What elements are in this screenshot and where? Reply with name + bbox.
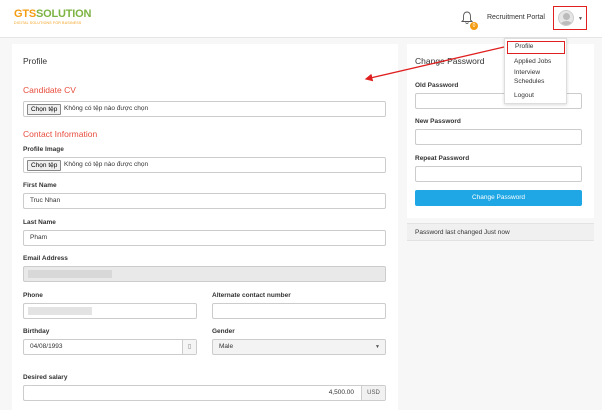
cv-choose-file-button[interactable]: Chọn tệp — [27, 104, 62, 115]
logo-solution: SOLUTION — [36, 8, 92, 20]
avatar — [558, 10, 574, 26]
alt-contact-input[interactable] — [212, 303, 386, 319]
cv-file-input[interactable]: Chọn tệp Không có tệp nào được chọn — [23, 101, 386, 117]
password-status-text: Password last changed Just now — [415, 229, 510, 236]
menu-item-schedules[interactable]: Schedules — [505, 78, 568, 86]
repeat-password-label: Repeat Password — [415, 155, 470, 162]
gender-label: Gender — [212, 328, 235, 335]
phone-input[interactable] — [23, 303, 197, 319]
profile-panel — [12, 44, 398, 410]
menu-item-interview[interactable]: Interview — [505, 69, 568, 77]
redacted-phone — [28, 307, 92, 315]
birthday-label: Birthday — [23, 328, 50, 335]
new-password-input[interactable] — [415, 129, 582, 145]
image-choose-file-button[interactable]: Chọn tệp — [27, 160, 62, 171]
page-title: Profile — [23, 56, 48, 66]
new-password-label: New Password — [415, 118, 461, 125]
first-name-input[interactable]: Truc Nhan — [23, 193, 386, 209]
salary-input[interactable]: 4,500.00 USD — [23, 385, 386, 401]
menu-item-profile[interactable]: Profile — [507, 41, 565, 54]
contact-info-heading: Contact Information — [23, 129, 98, 139]
currency-addon: USD — [361, 386, 385, 400]
calendar-icon[interactable]: ▯ — [182, 340, 196, 354]
alt-contact-label: Alternate contact number — [212, 292, 291, 299]
chevron-down-icon: ▼ — [375, 344, 380, 350]
top-bar: GTSSOLUTION DIGITAL SOLUTIONS FOR BUSINE… — [0, 0, 602, 38]
salary-label: Desired salary — [23, 374, 68, 381]
last-name-label: Last Name — [23, 219, 56, 226]
logo-tagline: DIGITAL SOLUTIONS FOR BUSINESS — [14, 21, 82, 25]
change-password-title: Change Password — [415, 56, 485, 66]
logo-text: GTSSOLUTION — [14, 8, 91, 20]
redacted-email — [28, 270, 112, 278]
email-label: Email Address — [23, 255, 68, 262]
image-no-file-text: Không có tệp nào được chọn — [64, 161, 149, 168]
salary-value: 4,500.00 — [328, 389, 354, 396]
profile-image-input[interactable]: Chọn tệp Không có tệp nào được chọn — [23, 157, 386, 173]
cv-no-file-text: Không có tệp nào được chọn — [64, 105, 149, 112]
repeat-password-input[interactable] — [415, 166, 582, 182]
portal-label: Recruitment Portal — [487, 14, 545, 21]
menu-item-logout[interactable]: Logout — [505, 92, 568, 100]
profile-image-label: Profile Image — [23, 146, 64, 153]
gender-value: Male — [219, 343, 234, 350]
last-name-input[interactable]: Pham — [23, 230, 386, 246]
company-logo[interactable]: GTSSOLUTION DIGITAL SOLUTIONS FOR BUSINE… — [14, 8, 91, 25]
chevron-down-icon: ▼ — [578, 16, 583, 22]
password-status-bar: Password last changed Just now — [407, 223, 594, 241]
change-password-button[interactable]: Change Password — [415, 190, 582, 206]
old-password-label: Old Password — [415, 82, 459, 89]
notification-badge: 0 — [470, 22, 478, 30]
birthday-value: 04/08/1993 — [30, 343, 63, 350]
first-name-label: First Name — [23, 182, 57, 189]
email-input — [23, 266, 386, 282]
user-menu-button[interactable]: ▼ — [553, 6, 587, 30]
menu-item-applied-jobs[interactable]: Applied Jobs — [505, 58, 568, 66]
phone-label: Phone — [23, 292, 43, 299]
user-dropdown-menu: Profile Applied Jobs Interview Schedules… — [504, 38, 567, 104]
birthday-input[interactable]: 04/08/1993 ▯ — [23, 339, 197, 355]
logo-gts: GTS — [14, 8, 37, 20]
candidate-cv-heading: Candidate CV — [23, 85, 76, 95]
gender-select[interactable]: Male ▼ — [212, 339, 386, 355]
